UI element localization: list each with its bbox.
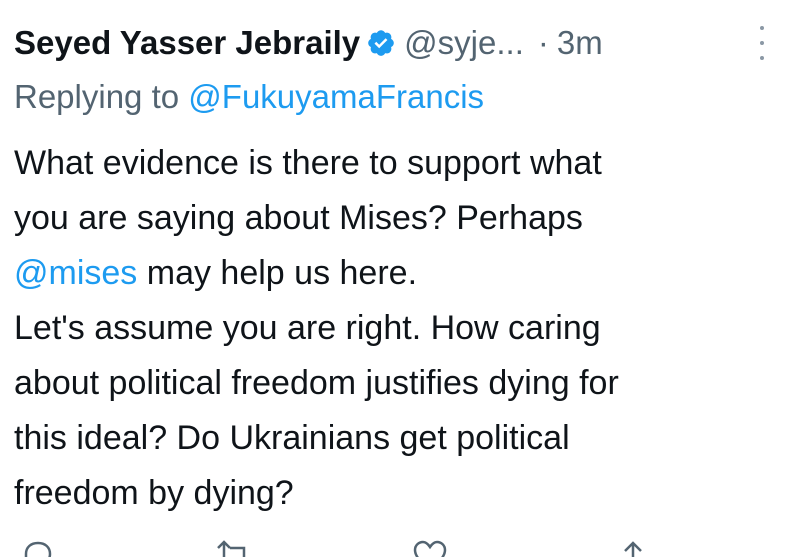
verified-badge-icon (366, 28, 396, 58)
retweet-icon[interactable] (212, 538, 256, 557)
tweet-text-line: about political freedom justifies dying … (14, 364, 619, 402)
replying-prefix: Replying to (14, 78, 180, 115)
tweet-text-line: this ideal? Do Ukrainians get political (14, 419, 570, 457)
more-vertical-icon[interactable] (755, 26, 769, 60)
author-handle[interactable]: @syje... (404, 24, 524, 62)
tweet-text-line: you are saying about Mises? Perhaps (14, 199, 583, 237)
tweet-text-line: What evidence is there to support what (14, 144, 602, 182)
share-icon[interactable] (615, 538, 651, 557)
reply-icon[interactable] (20, 538, 56, 557)
heart-icon[interactable] (412, 538, 448, 557)
replying-handle-link[interactable]: @FukuyamaFrancis (188, 78, 484, 115)
mention-link[interactable]: @mises (14, 254, 137, 292)
tweet-text-fragment: may help us here. (137, 254, 418, 292)
tweet-card: Seyed Yasser Jebraily @syje... · 3m Repl… (0, 0, 800, 557)
tweet-text-line: @mises may help us here. (14, 246, 784, 301)
tweet-text-line: Let's assume you are right. How caring (14, 309, 601, 347)
tweet-text-line: freedom by dying? (14, 474, 294, 512)
author-name[interactable]: Seyed Yasser Jebraily (14, 24, 360, 62)
tweet-actions (0, 538, 800, 557)
tweet-header: Seyed Yasser Jebraily @syje... · 3m (14, 18, 603, 68)
tweet-timestamp[interactable]: 3m (557, 24, 603, 62)
tweet-text: What evidence is there to support what y… (14, 136, 784, 521)
separator-dot: · (537, 24, 549, 61)
replying-to: Replying to @FukuyamaFrancis (14, 78, 484, 116)
